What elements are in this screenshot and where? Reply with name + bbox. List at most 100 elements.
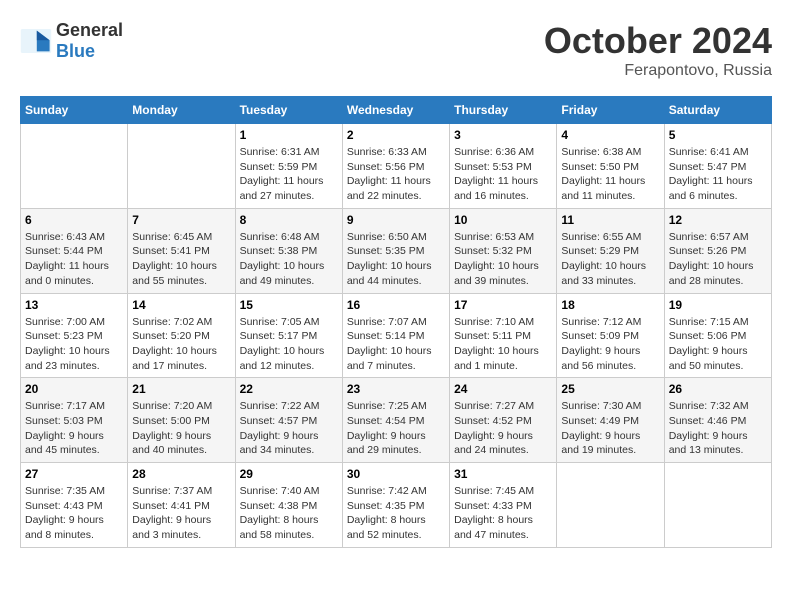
table-row: 7 Sunrise: 6:45 AM Sunset: 5:41 PM Dayli…	[128, 208, 235, 293]
col-friday: Friday	[557, 97, 664, 124]
logo-blue: Blue	[56, 41, 95, 61]
day-info: Sunrise: 7:25 AM Sunset: 4:54 PM Dayligh…	[347, 399, 445, 458]
logo: General Blue	[20, 20, 123, 62]
day-number: 11	[561, 213, 659, 227]
col-monday: Monday	[128, 97, 235, 124]
table-row: 20 Sunrise: 7:17 AM Sunset: 5:03 PM Dayl…	[21, 378, 128, 463]
day-info: Sunrise: 7:42 AM Sunset: 4:35 PM Dayligh…	[347, 484, 445, 543]
table-row: 29 Sunrise: 7:40 AM Sunset: 4:38 PM Dayl…	[235, 463, 342, 548]
day-info: Sunrise: 6:33 AM Sunset: 5:56 PM Dayligh…	[347, 145, 445, 204]
day-info: Sunrise: 7:22 AM Sunset: 4:57 PM Dayligh…	[240, 399, 338, 458]
day-number: 13	[25, 298, 123, 312]
table-row: 21 Sunrise: 7:20 AM Sunset: 5:00 PM Dayl…	[128, 378, 235, 463]
day-info: Sunrise: 7:35 AM Sunset: 4:43 PM Dayligh…	[25, 484, 123, 543]
day-info: Sunrise: 7:32 AM Sunset: 4:46 PM Dayligh…	[669, 399, 767, 458]
day-info: Sunrise: 7:07 AM Sunset: 5:14 PM Dayligh…	[347, 315, 445, 374]
day-info: Sunrise: 7:40 AM Sunset: 4:38 PM Dayligh…	[240, 484, 338, 543]
table-row: 11 Sunrise: 6:55 AM Sunset: 5:29 PM Dayl…	[557, 208, 664, 293]
day-info: Sunrise: 7:02 AM Sunset: 5:20 PM Dayligh…	[132, 315, 230, 374]
calendar-table: Sunday Monday Tuesday Wednesday Thursday…	[20, 96, 772, 548]
table-row	[557, 463, 664, 548]
table-row: 2 Sunrise: 6:33 AM Sunset: 5:56 PM Dayli…	[342, 124, 449, 209]
day-number: 27	[25, 467, 123, 481]
table-row: 28 Sunrise: 7:37 AM Sunset: 4:41 PM Dayl…	[128, 463, 235, 548]
day-number: 16	[347, 298, 445, 312]
table-row: 17 Sunrise: 7:10 AM Sunset: 5:11 PM Dayl…	[450, 293, 557, 378]
table-row: 4 Sunrise: 6:38 AM Sunset: 5:50 PM Dayli…	[557, 124, 664, 209]
day-number: 31	[454, 467, 552, 481]
day-number: 17	[454, 298, 552, 312]
day-info: Sunrise: 7:27 AM Sunset: 4:52 PM Dayligh…	[454, 399, 552, 458]
table-row: 10 Sunrise: 6:53 AM Sunset: 5:32 PM Dayl…	[450, 208, 557, 293]
col-wednesday: Wednesday	[342, 97, 449, 124]
calendar-week-row: 1 Sunrise: 6:31 AM Sunset: 5:59 PM Dayli…	[21, 124, 772, 209]
day-number: 14	[132, 298, 230, 312]
day-number: 22	[240, 382, 338, 396]
day-info: Sunrise: 6:45 AM Sunset: 5:41 PM Dayligh…	[132, 230, 230, 289]
day-number: 9	[347, 213, 445, 227]
day-info: Sunrise: 6:31 AM Sunset: 5:59 PM Dayligh…	[240, 145, 338, 204]
table-row: 24 Sunrise: 7:27 AM Sunset: 4:52 PM Dayl…	[450, 378, 557, 463]
table-row: 27 Sunrise: 7:35 AM Sunset: 4:43 PM Dayl…	[21, 463, 128, 548]
day-number: 3	[454, 128, 552, 142]
day-info: Sunrise: 7:20 AM Sunset: 5:00 PM Dayligh…	[132, 399, 230, 458]
day-number: 6	[25, 213, 123, 227]
day-number: 4	[561, 128, 659, 142]
day-info: Sunrise: 6:41 AM Sunset: 5:47 PM Dayligh…	[669, 145, 767, 204]
day-info: Sunrise: 6:43 AM Sunset: 5:44 PM Dayligh…	[25, 230, 123, 289]
day-info: Sunrise: 7:00 AM Sunset: 5:23 PM Dayligh…	[25, 315, 123, 374]
calendar-location: Ferapontovo, Russia	[544, 62, 772, 80]
table-row: 22 Sunrise: 7:22 AM Sunset: 4:57 PM Dayl…	[235, 378, 342, 463]
day-number: 25	[561, 382, 659, 396]
day-number: 10	[454, 213, 552, 227]
day-number: 5	[669, 128, 767, 142]
calendar-week-row: 13 Sunrise: 7:00 AM Sunset: 5:23 PM Dayl…	[21, 293, 772, 378]
day-number: 15	[240, 298, 338, 312]
table-row: 23 Sunrise: 7:25 AM Sunset: 4:54 PM Dayl…	[342, 378, 449, 463]
day-info: Sunrise: 6:48 AM Sunset: 5:38 PM Dayligh…	[240, 230, 338, 289]
table-row	[664, 463, 771, 548]
calendar-header-row: Sunday Monday Tuesday Wednesday Thursday…	[21, 97, 772, 124]
table-row: 13 Sunrise: 7:00 AM Sunset: 5:23 PM Dayl…	[21, 293, 128, 378]
day-number: 20	[25, 382, 123, 396]
day-info: Sunrise: 6:57 AM Sunset: 5:26 PM Dayligh…	[669, 230, 767, 289]
table-row: 31 Sunrise: 7:45 AM Sunset: 4:33 PM Dayl…	[450, 463, 557, 548]
table-row: 3 Sunrise: 6:36 AM Sunset: 5:53 PM Dayli…	[450, 124, 557, 209]
calendar-week-row: 6 Sunrise: 6:43 AM Sunset: 5:44 PM Dayli…	[21, 208, 772, 293]
day-info: Sunrise: 7:10 AM Sunset: 5:11 PM Dayligh…	[454, 315, 552, 374]
day-info: Sunrise: 7:05 AM Sunset: 5:17 PM Dayligh…	[240, 315, 338, 374]
day-number: 8	[240, 213, 338, 227]
table-row: 26 Sunrise: 7:32 AM Sunset: 4:46 PM Dayl…	[664, 378, 771, 463]
table-row: 14 Sunrise: 7:02 AM Sunset: 5:20 PM Dayl…	[128, 293, 235, 378]
day-number: 30	[347, 467, 445, 481]
day-number: 18	[561, 298, 659, 312]
day-info: Sunrise: 6:38 AM Sunset: 5:50 PM Dayligh…	[561, 145, 659, 204]
col-tuesday: Tuesday	[235, 97, 342, 124]
day-number: 12	[669, 213, 767, 227]
logo-text: General Blue	[56, 20, 123, 62]
day-number: 1	[240, 128, 338, 142]
calendar-week-row: 20 Sunrise: 7:17 AM Sunset: 5:03 PM Dayl…	[21, 378, 772, 463]
table-row	[21, 124, 128, 209]
day-number: 29	[240, 467, 338, 481]
day-number: 2	[347, 128, 445, 142]
day-info: Sunrise: 7:30 AM Sunset: 4:49 PM Dayligh…	[561, 399, 659, 458]
day-number: 19	[669, 298, 767, 312]
table-row: 19 Sunrise: 7:15 AM Sunset: 5:06 PM Dayl…	[664, 293, 771, 378]
table-row: 6 Sunrise: 6:43 AM Sunset: 5:44 PM Dayli…	[21, 208, 128, 293]
table-row	[128, 124, 235, 209]
logo-icon	[20, 29, 52, 53]
table-row: 8 Sunrise: 6:48 AM Sunset: 5:38 PM Dayli…	[235, 208, 342, 293]
day-info: Sunrise: 6:55 AM Sunset: 5:29 PM Dayligh…	[561, 230, 659, 289]
table-row: 9 Sunrise: 6:50 AM Sunset: 5:35 PM Dayli…	[342, 208, 449, 293]
day-number: 21	[132, 382, 230, 396]
col-sunday: Sunday	[21, 97, 128, 124]
logo-general: General	[56, 20, 123, 40]
day-info: Sunrise: 7:17 AM Sunset: 5:03 PM Dayligh…	[25, 399, 123, 458]
col-saturday: Saturday	[664, 97, 771, 124]
day-number: 28	[132, 467, 230, 481]
title-block: October 2024 Ferapontovo, Russia	[544, 20, 772, 80]
table-row: 5 Sunrise: 6:41 AM Sunset: 5:47 PM Dayli…	[664, 124, 771, 209]
day-info: Sunrise: 6:36 AM Sunset: 5:53 PM Dayligh…	[454, 145, 552, 204]
table-row: 15 Sunrise: 7:05 AM Sunset: 5:17 PM Dayl…	[235, 293, 342, 378]
